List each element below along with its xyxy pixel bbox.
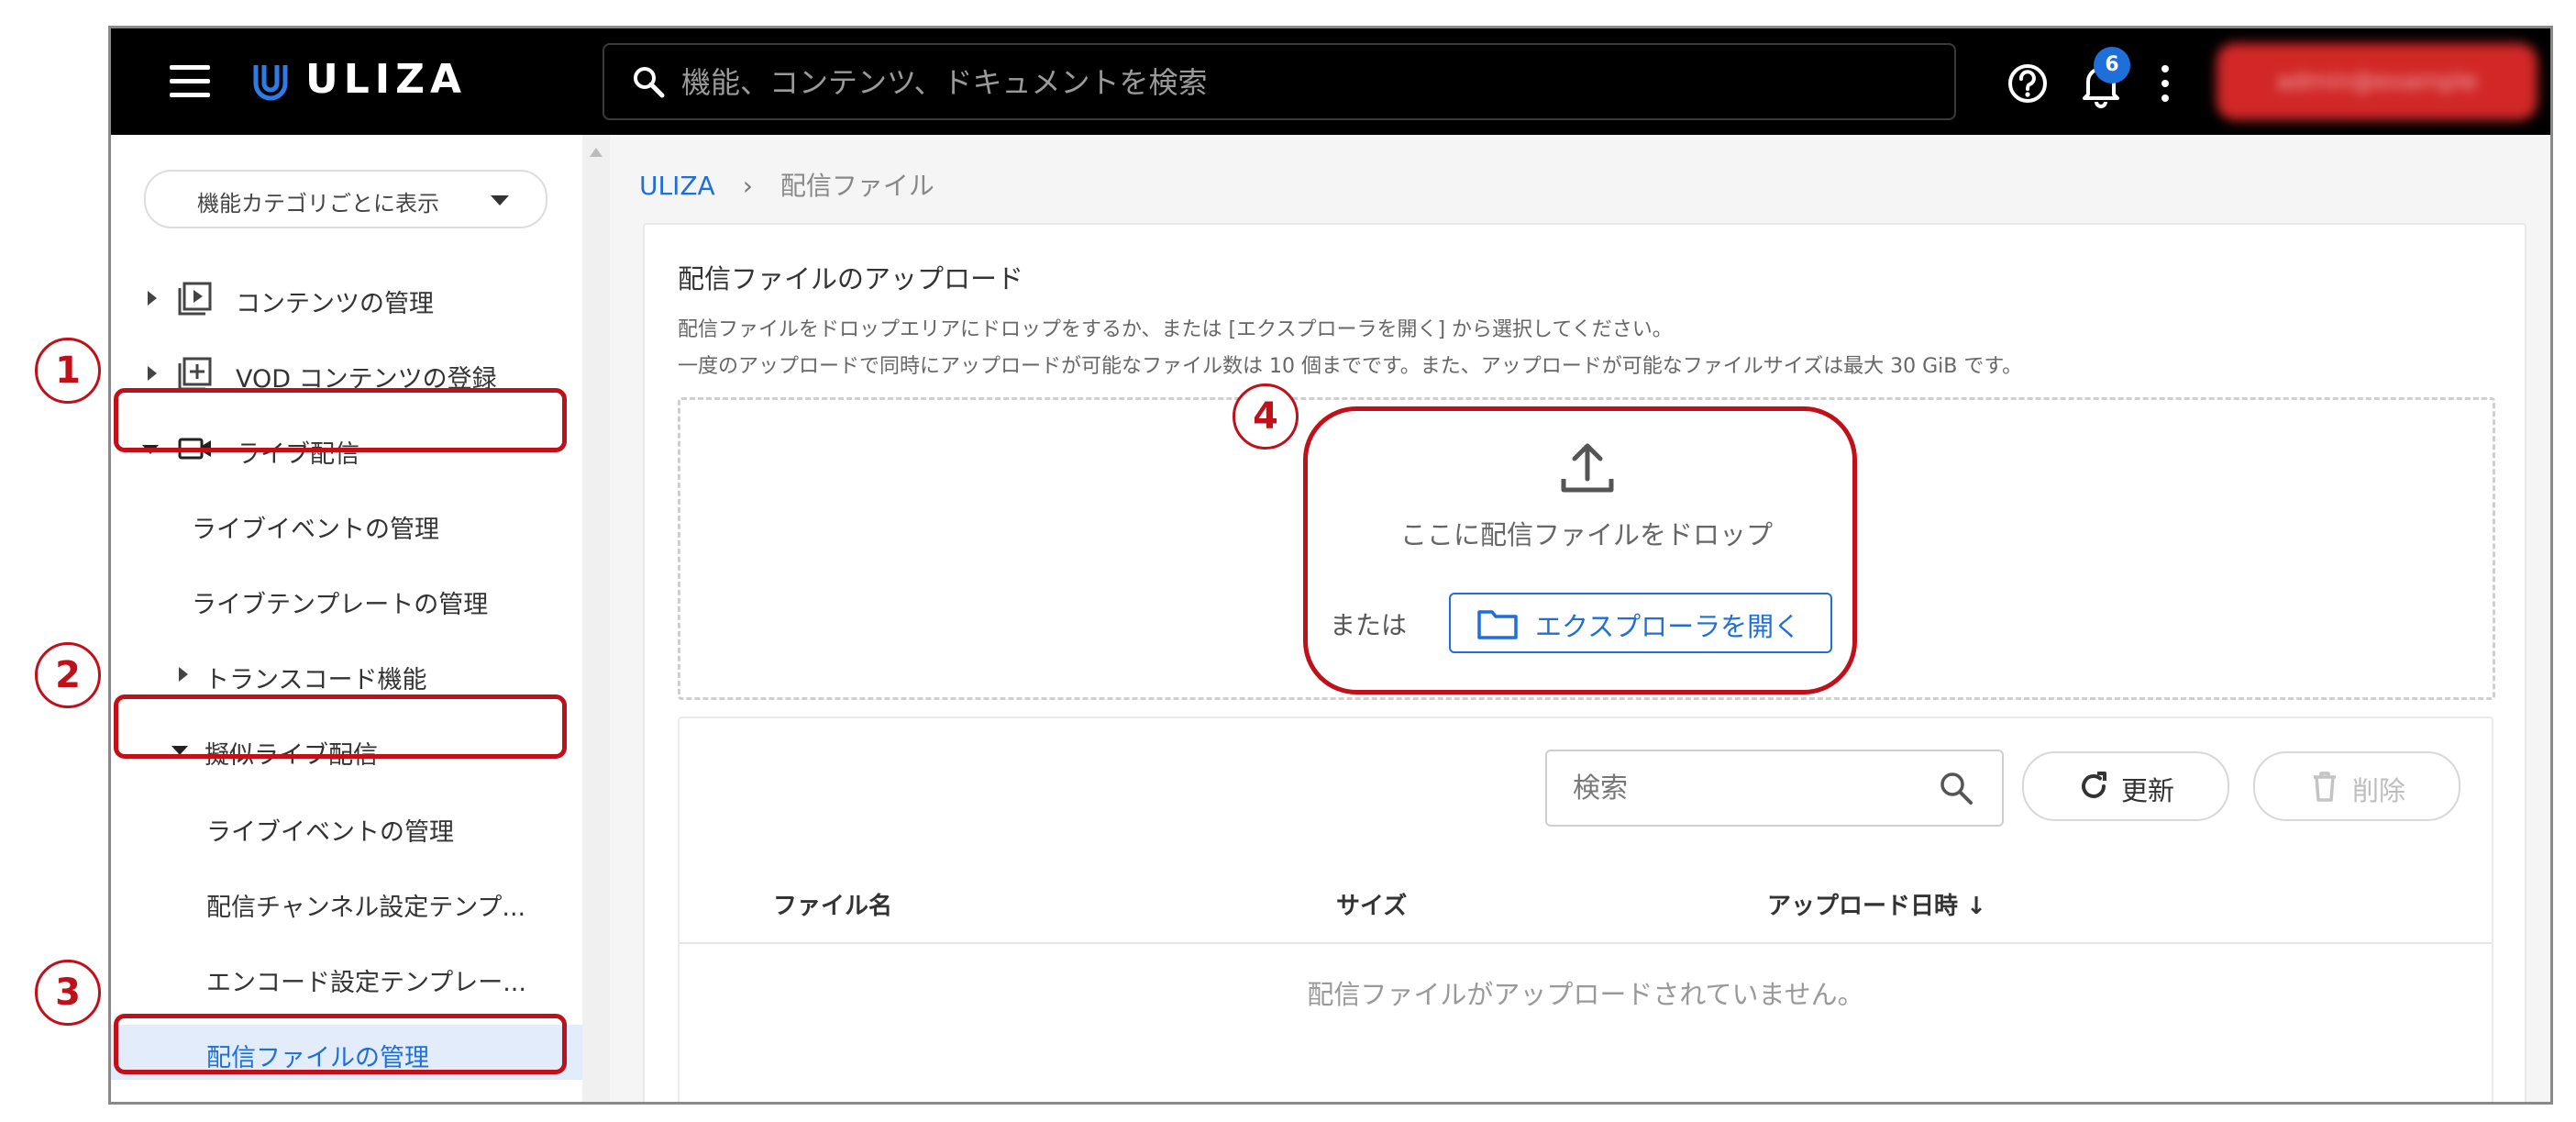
trash-icon <box>2314 772 2336 802</box>
annotation-marker-1: 1 <box>35 338 101 404</box>
annotation-box-1 <box>114 388 567 452</box>
sidebar-item-pseudo-live-events[interactable]: ライブイベントの管理 <box>111 799 582 854</box>
breadcrumb-separator: › <box>742 171 753 201</box>
sidebar-item-label: ライブテンプレートの管理 <box>192 591 489 619</box>
annotation-box-4 <box>1303 406 1857 694</box>
sidebar-item-contents[interactable]: コンテンツの管理 <box>111 271 582 326</box>
app-window: ULIZA 6 admin@example 機能カテゴリごとに表示 <box>108 26 2553 1105</box>
annotation-box-3 <box>114 1014 567 1074</box>
add-box-icon <box>178 357 212 391</box>
sidebar-item-label: ライブイベントの管理 <box>206 818 454 847</box>
column-header-upload-date-label: アップロード日時 <box>1767 893 1959 920</box>
annotation-box-2 <box>114 694 567 759</box>
sidebar: 機能カテゴリごとに表示 コンテンツの管理 VOD コンテンツの登録 ライブ配信 … <box>111 135 582 1102</box>
file-search-input[interactable] <box>1571 764 1923 812</box>
sidebar-item-live-templates[interactable]: ライブテンプレートの管理 <box>111 572 582 627</box>
sidebar-item-transcode[interactable]: トランスコード機能 <box>111 647 582 702</box>
more-options-icon[interactable] <box>2161 65 2171 102</box>
sidebar-item-encode-templates[interactable]: エンコード設定テンプレー... <box>111 950 582 1005</box>
search-icon <box>634 67 665 98</box>
sort-descending-icon: ↓ <box>1966 893 1986 920</box>
breadcrumb-home-link[interactable]: ULIZA <box>639 171 715 201</box>
logo-text: ULIZA <box>305 56 468 103</box>
expand-arrow-icon <box>179 667 188 682</box>
file-list-panel: 更新 削除 ファイル名 サイズ アップロード日時 ↓ 配信ファイルがアップロード… <box>678 717 2493 1102</box>
delete-label: 削除 <box>2352 775 2406 806</box>
caret-down-icon <box>491 195 509 206</box>
sidebar-item-channel-templates[interactable]: 配信チャンネル設定テンプ... <box>111 874 582 929</box>
category-view-dropdown[interactable]: 機能カテゴリごとに表示 <box>144 170 547 228</box>
account-menu[interactable]: admin@example <box>2217 43 2537 120</box>
refresh-label: 更新 <box>2121 775 2175 806</box>
sidebar-item-label: コンテンツの管理 <box>236 290 434 318</box>
global-search[interactable] <box>603 43 1956 120</box>
top-bar: ULIZA 6 admin@example <box>111 28 2550 135</box>
delete-button[interactable]: 削除 <box>2253 751 2460 821</box>
column-header-size[interactable]: サイズ <box>1336 887 1407 921</box>
sidebar-item-label: ライブイベントの管理 <box>192 516 439 544</box>
sidebar-item-label: エンコード設定テンプレー... <box>206 969 526 997</box>
sidebar-item-live-events[interactable]: ライブイベントの管理 <box>111 496 582 551</box>
column-header-filename[interactable]: ファイル名 <box>773 887 892 921</box>
video-library-icon <box>178 282 212 316</box>
annotation-marker-3: 3 <box>35 960 101 1026</box>
refresh-icon <box>2082 772 2106 798</box>
file-search[interactable] <box>1545 750 2004 827</box>
help-icon[interactable] <box>2006 61 2050 106</box>
column-header-upload-date[interactable]: アップロード日時 ↓ <box>1767 887 1986 921</box>
expand-arrow-icon <box>148 366 157 381</box>
upload-description-2: 一度のアップロードで同時にアップロードが可能なファイル数は 10 個までです。ま… <box>678 355 2023 378</box>
breadcrumb: ULIZA › 配信ファイル <box>639 166 934 203</box>
refresh-button[interactable]: 更新 <box>2022 751 2229 821</box>
category-view-label: 機能カテゴリごとに表示 <box>197 191 439 217</box>
annotation-marker-4: 4 <box>1233 383 1299 450</box>
hamburger-menu-icon[interactable] <box>170 65 210 98</box>
upload-title: 配信ファイルのアップロード <box>678 263 1024 294</box>
scroll-up-arrow-icon <box>590 148 603 157</box>
annotation-marker-2: 2 <box>35 642 101 708</box>
sidebar-scrollbar[interactable] <box>582 135 610 1102</box>
empty-list-message: 配信ファイルがアップロードされていません。 <box>1307 979 1864 1010</box>
uliza-logo-icon <box>253 65 288 101</box>
global-search-input[interactable] <box>680 56 1875 109</box>
sidebar-item-label: 配信チャンネル設定テンプ... <box>206 894 526 922</box>
table-header-divider <box>680 942 2492 944</box>
upload-description-1: 配信ファイルをドロップエリアにドロップをするか、または [エクスプローラを開く]… <box>678 318 1673 341</box>
breadcrumb-current: 配信ファイル <box>779 171 934 201</box>
expand-arrow-icon <box>148 291 157 305</box>
search-icon <box>1940 772 1973 805</box>
sidebar-item-label: トランスコード機能 <box>205 666 427 694</box>
notification-count-badge: 6 <box>2094 47 2130 83</box>
